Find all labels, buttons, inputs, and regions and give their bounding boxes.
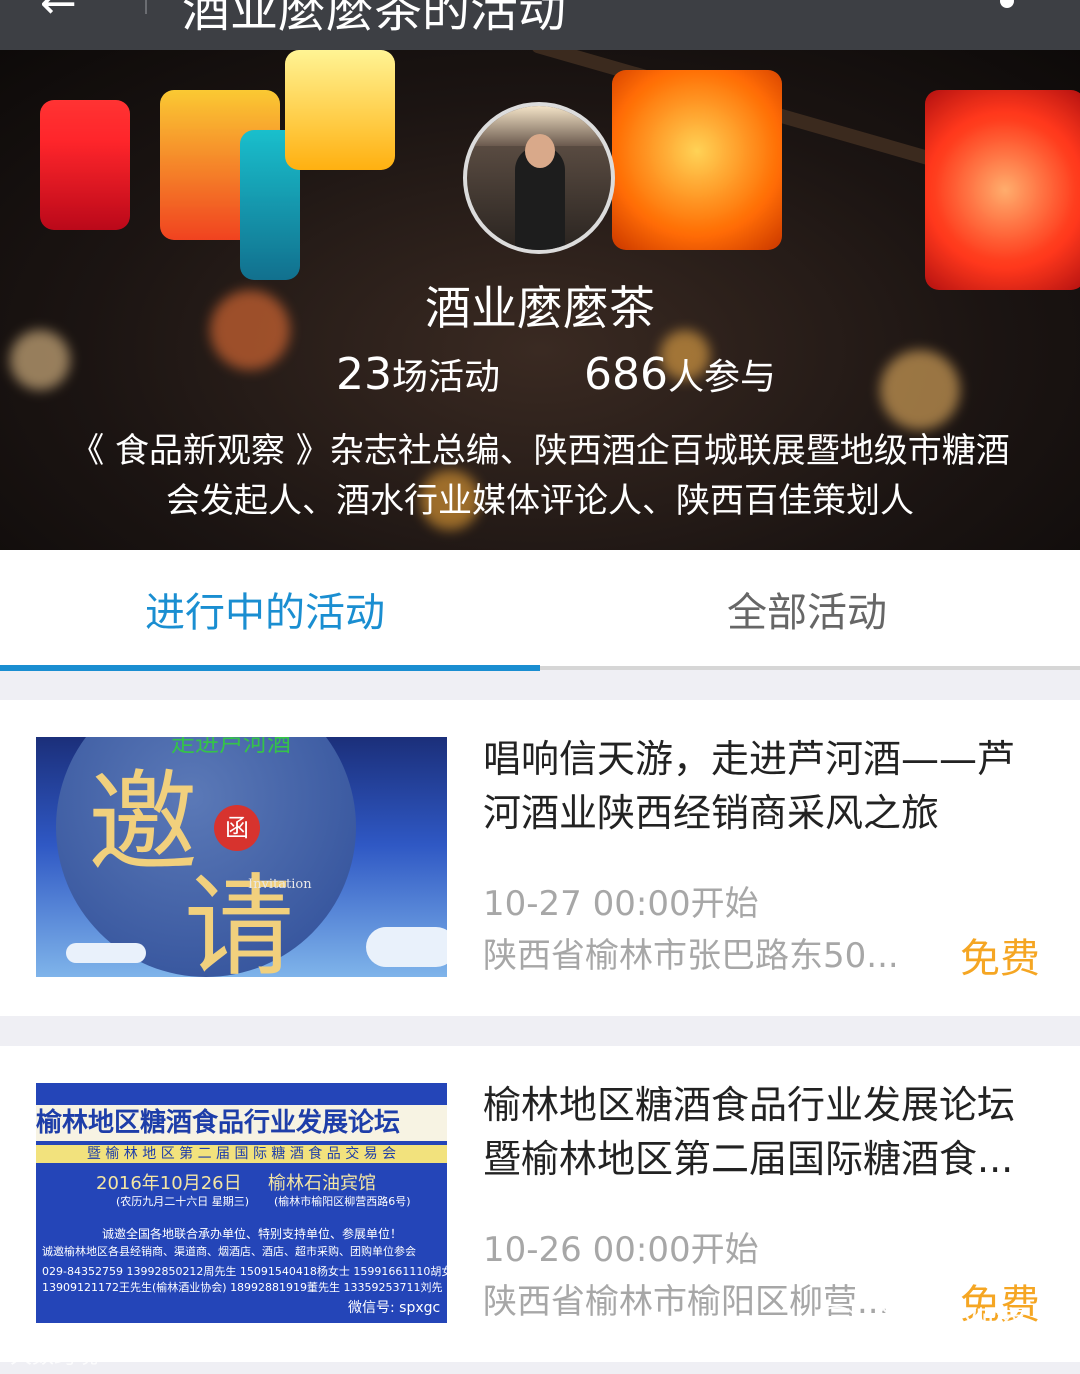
- watermark-right-text: 食品新观察: [867, 1304, 1028, 1342]
- thumbnail-wechat: 微信号: spxgc: [348, 1300, 441, 1316]
- event-location: 陕西省榆林市张巴路东50...: [483, 936, 899, 976]
- thumbnail-invite: 诚邀全国各地联合承办单位、特别支持单位、参展单位！: [102, 1227, 403, 1241]
- thumbnail-subtitle: Invitation: [248, 877, 312, 892]
- lantern-decoration: [285, 50, 395, 170]
- activities-count: 23: [336, 349, 392, 400]
- page-title: 酒业麼麼茶的活动: [182, 0, 567, 38]
- thumbnail-glyph: 邀: [88, 759, 198, 887]
- thumbnail-strip: 暨 榆 林 地 区 第 二 届 国 际 糖 酒 食 品 交 易 会: [36, 1145, 447, 1163]
- event-title[interactable]: 唱响信天游，走进芦河酒——芦 河酒业陕西经销商采风之旅: [483, 732, 1063, 840]
- profile-name: 酒业麼麼茶: [425, 281, 655, 335]
- event-title-line: 河酒业陕西经销商采风之旅: [483, 791, 940, 835]
- thumbnail-address: (榆林市榆阳区柳营西路6号): [274, 1195, 411, 1208]
- participants-count: 686: [584, 349, 668, 400]
- profile-bio: 《 食品新观察 》杂志社总编、陕西酒企百城联展暨地级市糖酒 会发起人、酒水行业媒…: [40, 426, 1040, 526]
- cloud-graphic: [66, 943, 146, 963]
- event-time: 10-27 00:00开始: [483, 884, 759, 924]
- activities-stat: 23场活动: [336, 348, 500, 400]
- event-title-line: 唱响信天游，走进芦河酒——芦: [483, 737, 1016, 781]
- thumbnail-phone: 029-84352759 13992850212周先生 15091540418杨…: [42, 1265, 447, 1278]
- avatar-face: [525, 134, 555, 168]
- tab-all-activities[interactable]: 全部活动: [727, 580, 887, 638]
- participants-unit: 人参与: [667, 357, 776, 398]
- watermark-right: 食品新观察: [815, 1298, 1027, 1344]
- participants-stat: 686人参与: [584, 348, 776, 400]
- event-price: 免费: [960, 936, 1040, 982]
- top-bar: ← 酒业麼麼茶的活动: [0, 0, 1080, 50]
- seal-stamp: 函: [214, 805, 260, 851]
- event-time: 10-26 00:00开始: [483, 1230, 759, 1270]
- thumbnail-venue: 榆林石油宾馆: [268, 1173, 376, 1194]
- profile-header: 酒业麼麼茶 23场活动 686人参与 《 食品新观察 》杂志社总编、陕西酒企百城…: [0, 50, 1080, 550]
- event-card[interactable]: 走进芦河酒 邀 请 函 Invitation 唱响信天游，走进芦河酒——芦 河酒…: [0, 700, 1080, 1016]
- thumbnail-banner: 榆林地区糖酒食品行业发展论坛: [36, 1105, 447, 1141]
- thumbnail-date: 2016年10月26日: [96, 1173, 242, 1194]
- cloud-graphic: [366, 927, 447, 967]
- lantern-decoration: [612, 70, 782, 250]
- more-options-icon[interactable]: [1000, 0, 1014, 8]
- tab-bar: 进行中的活动 全部活动: [0, 550, 1080, 670]
- lantern-decoration: [925, 90, 1080, 290]
- divider: [145, 0, 147, 14]
- bio-line: 《 食品新观察 》杂志社总编、陕西酒企百城联展暨地级市糖酒: [70, 431, 1010, 471]
- watermark-left: 大数跨境: [10, 1344, 99, 1369]
- tab-active-indicator: [0, 665, 540, 671]
- lantern-decoration: [40, 100, 130, 230]
- profile-stats: 23场活动 686人参与: [0, 348, 1080, 408]
- bio-line: 会发起人、酒水行业媒体评论人、陕西百佳策划人: [166, 481, 914, 521]
- thumbnail-glyph: 请: [184, 863, 294, 977]
- avatar[interactable]: [463, 102, 615, 254]
- thumbnail-lunar: (农历九月二十六日 星期三): [116, 1195, 250, 1208]
- back-arrow-icon[interactable]: ←: [40, 0, 77, 29]
- event-thumbnail[interactable]: 榆林地区糖酒食品行业发展论坛 暨 榆 林 地 区 第 二 届 国 际 糖 酒 食…: [36, 1083, 447, 1323]
- activities-unit: 场活动: [392, 357, 501, 398]
- thumbnail-invite: 诚邀榆林地区各县经销商、渠道商、烟酒店、酒店、超市采购、团购单位参会: [42, 1245, 416, 1258]
- event-title[interactable]: 榆林地区糖酒食品行业发展论坛 暨榆林地区第二届国际糖酒食...: [483, 1078, 1063, 1186]
- wechat-icon: [815, 1306, 859, 1344]
- thumbnail-phone: 13909121172王先生(榆林酒业协会) 18992881919董先生 13…: [42, 1281, 443, 1294]
- tab-ongoing[interactable]: 进行中的活动: [145, 580, 385, 638]
- event-title-line: 榆林地区糖酒食品行业发展论坛: [483, 1083, 1016, 1127]
- event-title-line: 暨榆林地区第二届国际糖酒食...: [483, 1137, 1014, 1181]
- event-thumbnail[interactable]: 走进芦河酒 邀 请 函 Invitation: [36, 737, 447, 977]
